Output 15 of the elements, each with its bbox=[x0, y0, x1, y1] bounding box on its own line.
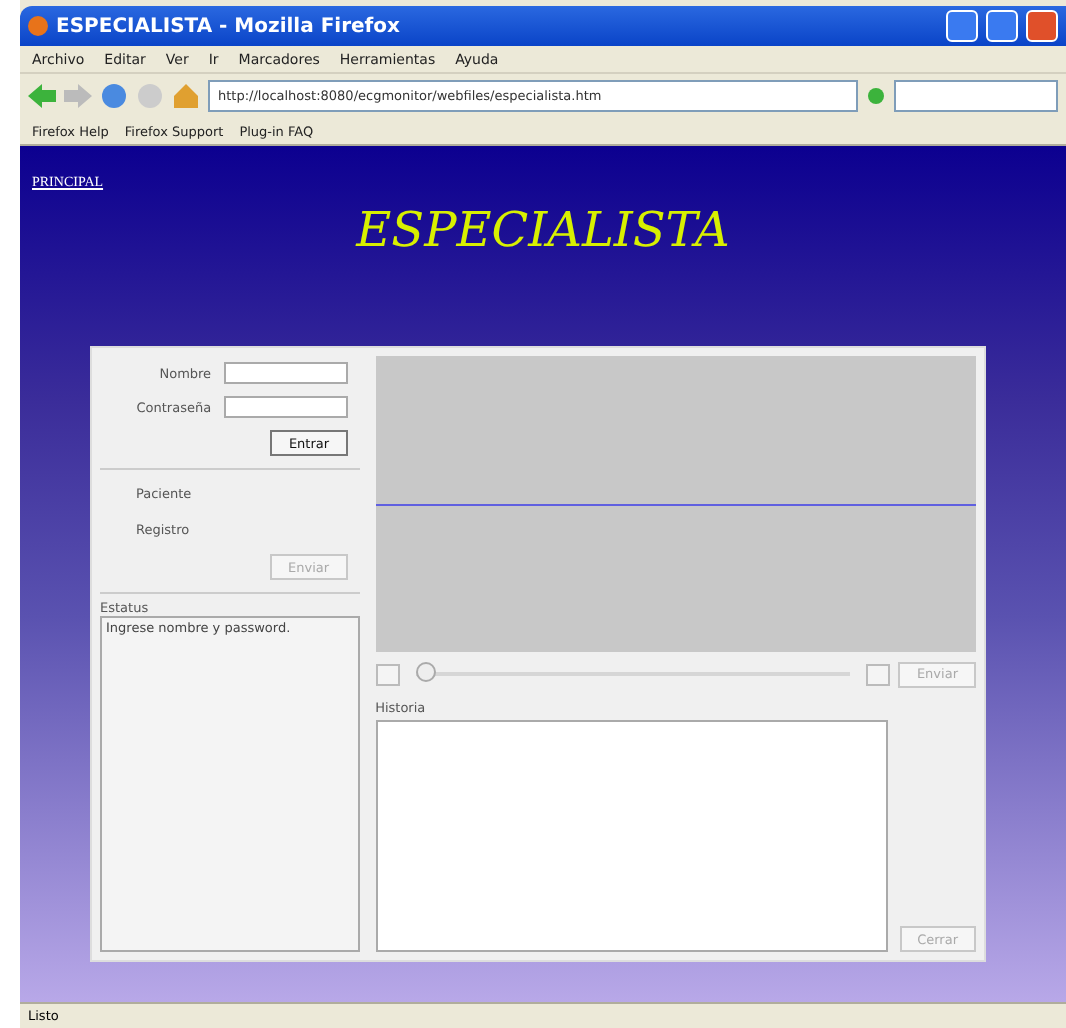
slider-thumb[interactable] bbox=[415, 662, 436, 682]
input-field[interactable] bbox=[223, 396, 348, 418]
history-text-area[interactable] bbox=[375, 720, 888, 952]
minimize-button[interactable] bbox=[946, 10, 978, 42]
search-field[interactable] bbox=[894, 80, 1058, 112]
back-arrow-icon[interactable] bbox=[28, 84, 56, 108]
forward-arrow-icon[interactable] bbox=[64, 84, 92, 108]
page-heading: ESPECIALISTA bbox=[356, 202, 730, 258]
next-button[interactable] bbox=[866, 663, 891, 685]
maximize-button[interactable] bbox=[986, 10, 1018, 42]
close-button[interactable] bbox=[1026, 10, 1058, 42]
window-title: ESPECIALISTA - Mozilla Firefox bbox=[56, 15, 402, 37]
home-icon[interactable] bbox=[172, 82, 200, 110]
previous-button[interactable] bbox=[375, 663, 400, 685]
input-field[interactable] bbox=[223, 362, 348, 384]
